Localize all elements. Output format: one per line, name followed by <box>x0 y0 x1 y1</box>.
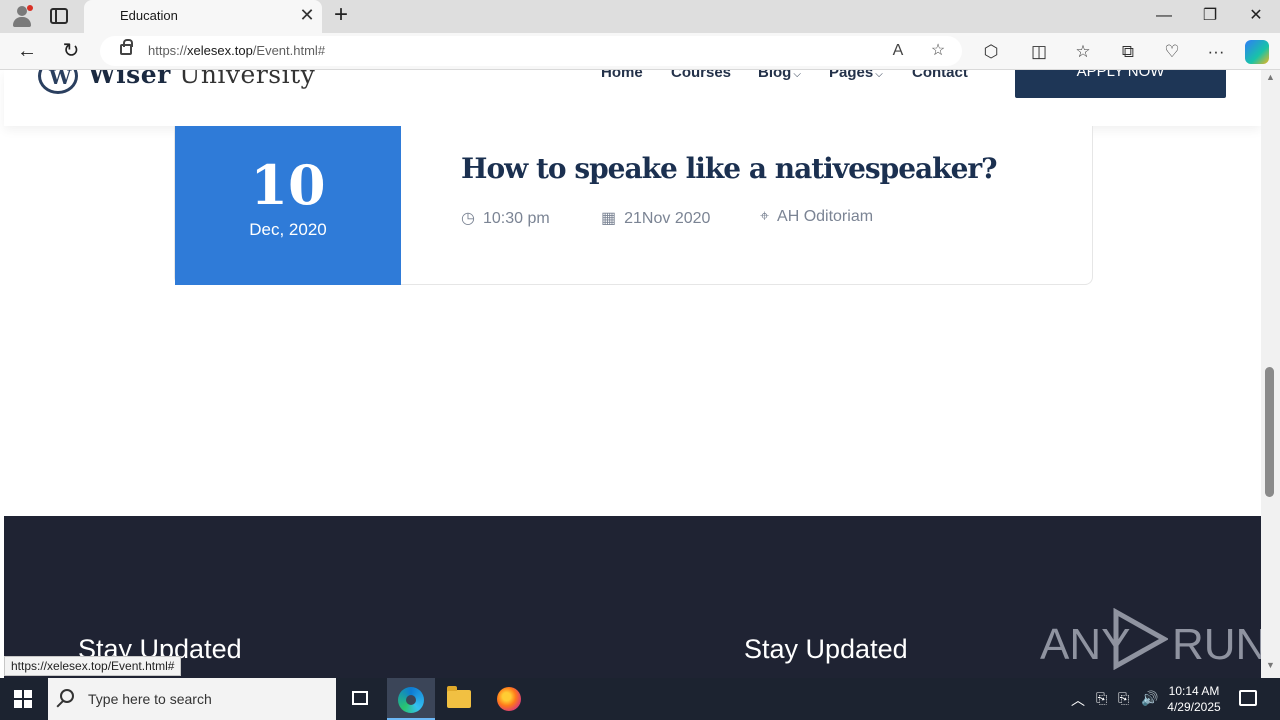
nav-blog[interactable]: Blog ⌵ <box>758 70 801 81</box>
tab-close-icon[interactable]: ✕ <box>298 6 316 24</box>
close-window-button[interactable]: ✕ <box>1236 4 1276 28</box>
scroll-down-icon[interactable]: ▼ <box>1266 660 1275 670</box>
event-card[interactable]: 10 Dec, 2020 How to speake like a native… <box>174 126 1093 285</box>
windows-taskbar: Type here to search ︿ ⎘ ⎘ 🔊 10:14 AM 4/2… <box>0 678 1280 720</box>
extensions-icon[interactable]: ⬡ <box>979 40 1003 64</box>
tray-device-icon[interactable]: ⎘ <box>1096 690 1107 707</box>
collections-icon[interactable]: ⧉ <box>1116 40 1140 64</box>
anyrun-watermark: ANY RUN <box>1040 608 1267 674</box>
windows-start-icon[interactable] <box>14 690 32 708</box>
lock-icon[interactable] <box>120 39 133 55</box>
notification-icon[interactable] <box>1239 690 1257 706</box>
clock-icon: ◷ <box>461 210 475 227</box>
network-icon[interactable]: ⎘ <box>1118 690 1129 707</box>
event-day: 10 <box>250 153 326 217</box>
task-view-icon <box>352 691 368 705</box>
logo-emblem-icon[interactable]: W <box>38 70 78 94</box>
back-icon[interactable]: ← <box>14 39 40 63</box>
profile-icon[interactable] <box>10 5 34 27</box>
footer-heading-right: Stay Updated <box>744 634 908 664</box>
task-view-button[interactable] <box>336 678 384 720</box>
search-placeholder: Type here to search <box>88 691 212 707</box>
folder-icon <box>447 686 471 708</box>
search-icon <box>60 689 74 703</box>
read-aloud-icon[interactable]: A <box>888 41 908 61</box>
link-status-tooltip: https://xelesex.top/Event.html# <box>4 656 182 676</box>
minimize-button[interactable]: — <box>1144 4 1184 28</box>
clock-date: 4/29/2025 <box>1167 700 1221 714</box>
copilot-icon[interactable] <box>1245 40 1269 64</box>
favorites-icon[interactable]: ☆ <box>1071 40 1095 64</box>
event-location: ⌖ AH Oditoriam <box>760 208 874 225</box>
event-date: ▦ 21Nov 2020 <box>601 210 711 227</box>
volume-icon[interactable]: 🔊 <box>1141 690 1158 707</box>
new-tab-button[interactable]: + <box>330 3 352 27</box>
nav-courses[interactable]: Courses <box>671 70 731 81</box>
browser-tab[interactable]: Education ✕ <box>84 0 322 33</box>
split-screen-icon[interactable]: ◫ <box>1027 40 1051 64</box>
refresh-icon[interactable]: ↻ <box>58 39 84 63</box>
location-pin-icon: ⌖ <box>760 208 770 225</box>
scroll-up-icon[interactable]: ▲ <box>1266 72 1275 82</box>
site-header: W Wiser University Home Courses Blog ⌵ Pa… <box>4 70 1261 126</box>
chevron-down-icon: ⌵ <box>793 70 801 80</box>
nav-pages[interactable]: Pages ⌵ <box>829 70 883 81</box>
favorite-star-icon[interactable]: ☆ <box>928 41 948 61</box>
taskbar-search[interactable]: Type here to search <box>48 678 336 720</box>
page-scrollbar[interactable]: ▲ ▼ <box>1261 70 1280 678</box>
tab-title: Education <box>120 8 178 23</box>
nav-home[interactable]: Home <box>601 70 643 81</box>
taskbar-edge[interactable] <box>387 678 435 720</box>
scrollbar-thumb[interactable] <box>1265 367 1274 497</box>
page-viewport: W Wiser University Home Courses Blog ⌵ Pa… <box>0 70 1280 678</box>
url-text[interactable]: https://xelesex.top/Event.html# <box>148 43 325 58</box>
play-logo-icon <box>1113 608 1168 670</box>
firefox-icon <box>497 687 521 711</box>
event-time: ◷ 10:30 pm <box>461 210 550 227</box>
taskbar-file-explorer[interactable] <box>435 678 483 720</box>
more-menu-icon[interactable]: ··· <box>1204 40 1228 64</box>
event-date-badge: 10 Dec, 2020 <box>175 126 401 285</box>
clock-time: 10:14 AM <box>1168 684 1220 698</box>
tab-actions-icon[interactable] <box>50 8 68 24</box>
browser-tab-bar: Education ✕ + — ❐ ✕ <box>0 0 1280 33</box>
edge-icon <box>398 687 424 713</box>
calendar-icon: ▦ <box>601 210 617 227</box>
taskbar-firefox[interactable] <box>485 678 533 720</box>
address-toolbar: ← ↻ https://xelesex.top/Event.html# A ☆ … <box>0 33 1280 70</box>
event-month-year: Dec, 2020 <box>249 220 327 239</box>
apply-now-button[interactable]: APPLY NOW <box>1015 70 1226 98</box>
address-bar[interactable]: https://xelesex.top/Event.html# A ☆ <box>100 36 962 66</box>
performance-icon[interactable]: ♡ <box>1160 40 1184 64</box>
site-footer: Stay Updated Stay Updated ANY RUN <box>4 516 1267 678</box>
site-logo[interactable]: Wiser University <box>88 70 315 89</box>
event-title[interactable]: How to speake like a nativespeaker? <box>461 152 998 185</box>
chevron-down-icon: ⌵ <box>875 70 883 80</box>
nav-contact[interactable]: Contact <box>912 70 968 81</box>
taskbar-clock[interactable]: 10:14 AM 4/29/2025 <box>1160 683 1228 715</box>
restore-button[interactable]: ❐ <box>1190 4 1230 28</box>
tray-expand-icon[interactable]: ︿ <box>1071 690 1085 710</box>
